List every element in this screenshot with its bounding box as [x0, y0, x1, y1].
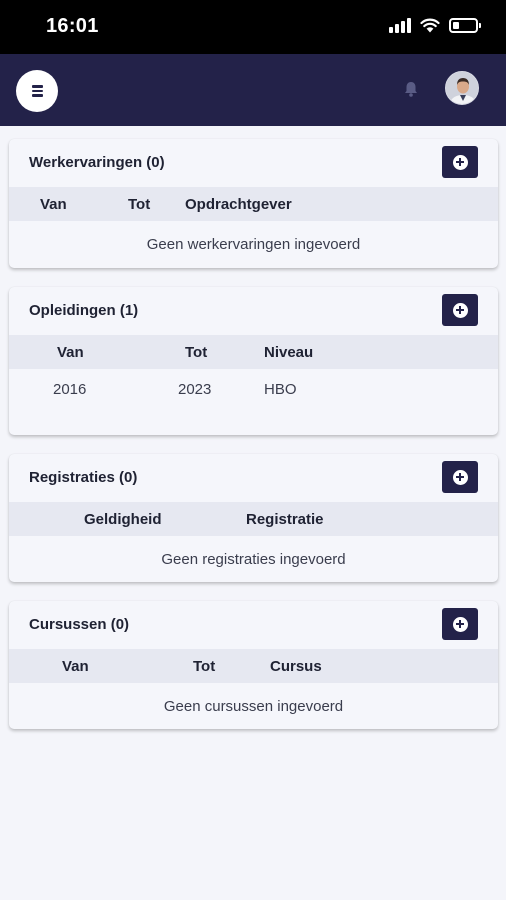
werkervaringen-title: Werkervaringen (0)	[29, 154, 165, 171]
add-opleiding-button[interactable]	[442, 294, 478, 326]
column-header-registratie: Registratie	[246, 511, 324, 528]
column-header-van: Van	[40, 196, 67, 213]
opleidingen-title: Opleidingen (1)	[29, 302, 139, 319]
status-icons	[389, 18, 481, 33]
cell-van: 2016	[53, 381, 87, 398]
column-header-niveau: Niveau	[264, 344, 314, 361]
bell-icon[interactable]	[402, 80, 420, 98]
werkervaringen-empty-message: Geen werkervaringen ingevoerd	[146, 236, 361, 253]
registraties-table-header: Geldigheid Registratie	[9, 502, 498, 536]
wifi-icon	[420, 18, 440, 33]
registraties-card: Registraties (0) Geldigheid Registratie …	[9, 454, 498, 582]
column-header-tot: Tot	[128, 196, 151, 213]
column-header-cursus: Cursus	[270, 658, 322, 675]
cursussen-table-header: Van Tot Cursus	[9, 649, 498, 683]
cursussen-card: Cursussen (0) Van Tot Cursus Geen cursus…	[9, 601, 498, 729]
werkervaringen-card: Werkervaringen (0) Van Tot Opdrachtgever…	[9, 139, 498, 268]
werkervaringen-table-header: Van Tot Opdrachtgever	[9, 187, 498, 221]
plus-circle-icon	[452, 154, 468, 170]
column-header-van: Van	[62, 658, 89, 675]
plus-circle-icon	[452, 616, 468, 632]
opleidingen-card: Opleidingen (1) Van Tot Niveau 2016 2023…	[9, 287, 498, 435]
cell-tot: 2023	[178, 381, 212, 398]
cell-niveau: HBO	[264, 381, 297, 398]
avatar[interactable]	[445, 71, 479, 105]
status-bar: 16:01	[0, 0, 506, 54]
add-werkervaring-button[interactable]	[442, 146, 478, 178]
battery-icon	[449, 18, 481, 33]
registraties-empty-message: Geen registraties ingevoerd	[161, 551, 346, 568]
column-header-tot: Tot	[193, 658, 216, 675]
column-header-opdrachtgever: Opdrachtgever	[185, 196, 292, 213]
table-row[interactable]: 2016 2023 HBO	[9, 369, 498, 409]
opleidingen-table-header: Van Tot Niveau	[9, 335, 498, 369]
menu-button[interactable]	[16, 70, 58, 112]
registraties-title: Registraties (0)	[29, 469, 138, 486]
app-header	[0, 54, 506, 126]
add-cursus-button[interactable]	[442, 608, 478, 640]
signal-icon	[389, 18, 411, 33]
status-time: 16:01	[46, 15, 99, 37]
column-header-tot: Tot	[185, 344, 208, 361]
plus-circle-icon	[452, 469, 468, 485]
cursussen-title: Cursussen (0)	[29, 616, 130, 633]
add-registratie-button[interactable]	[442, 461, 478, 493]
cursussen-empty-message: Geen cursussen ingevoerd	[163, 698, 344, 715]
hamburger-icon	[31, 85, 43, 97]
column-header-van: Van	[57, 344, 84, 361]
column-header-geldigheid: Geldigheid	[84, 511, 162, 528]
plus-circle-icon	[452, 302, 468, 318]
